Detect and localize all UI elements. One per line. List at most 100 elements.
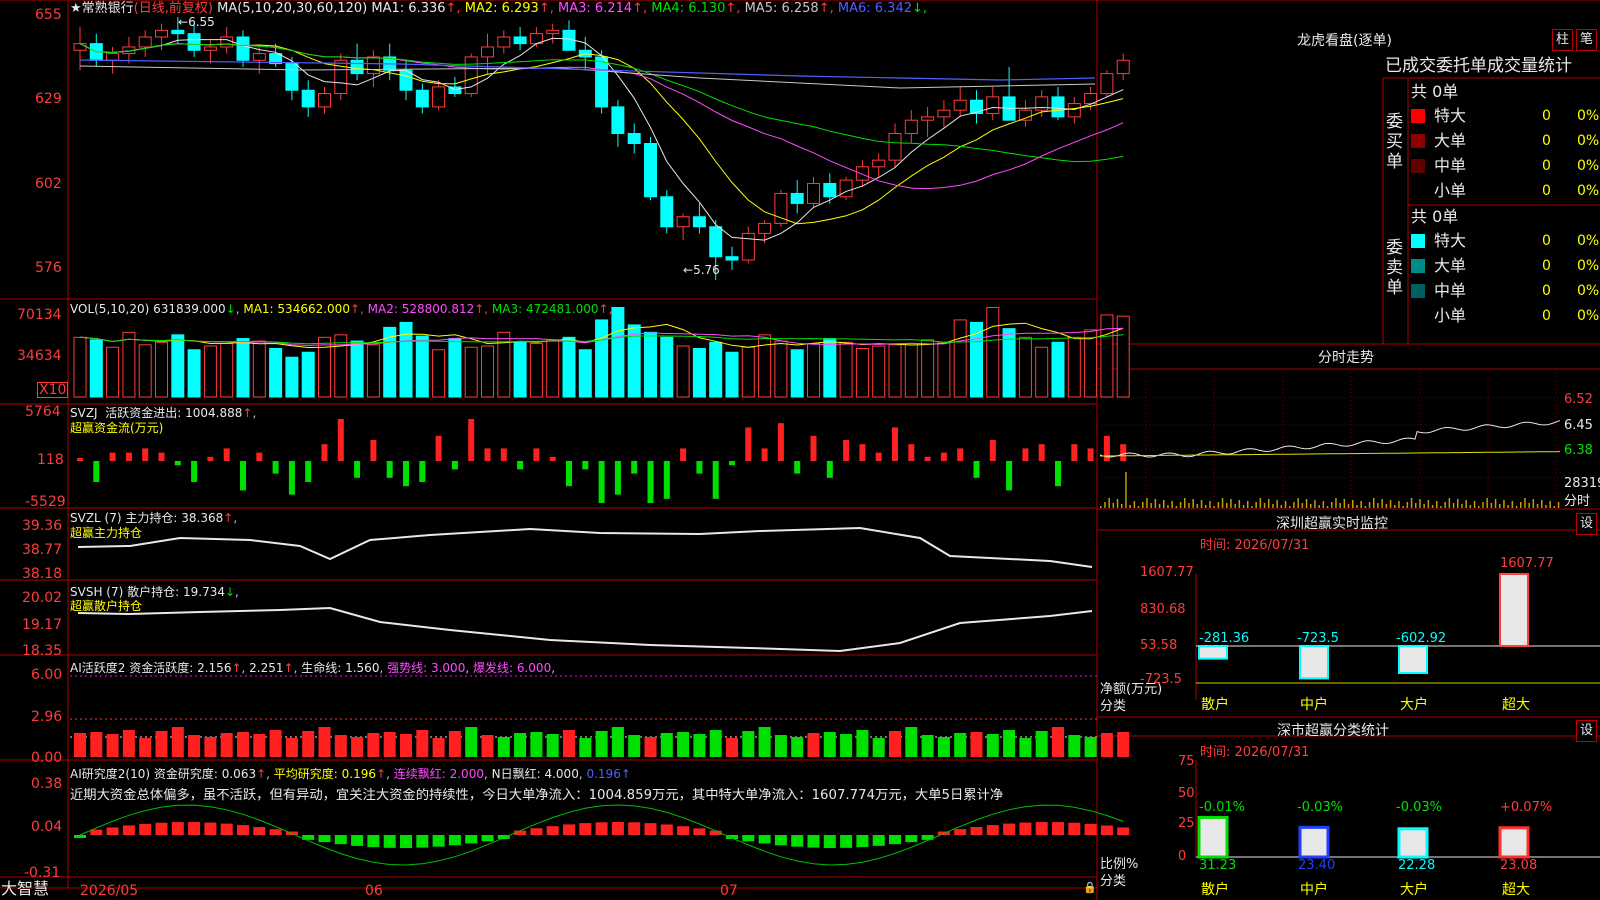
svsh-sub: 超赢散户持仓: [70, 599, 143, 613]
low-price-label: ←5.76: [683, 263, 720, 277]
column-view-button[interactable]: 柱: [1552, 29, 1573, 51]
intraday-volume-bar: [1436, 501, 1438, 508]
intraday-volume-bar: [1276, 500, 1278, 508]
classify-change-0: -0.01%: [1199, 800, 1245, 815]
volume-header: VOL(5,10,20) 631839.000↓, MA1: 534662.00…: [70, 302, 613, 316]
classify-time: 时间: 2026/07/31: [1200, 745, 1310, 760]
svzj-label: 活跃资金进出:: [105, 406, 182, 420]
right-panel-charts: [1099, 420, 1600, 859]
classify-change-1: -0.03%: [1297, 800, 1343, 815]
svsh-tick-1: 19.17: [22, 617, 63, 633]
stock-name: ★常熟银行: [70, 1, 134, 16]
classify-category-2: 大户: [1400, 882, 1428, 898]
intraday-volume-bar: [1515, 506, 1518, 508]
classify-bar[interactable]: [1298, 825, 1330, 859]
intraday-volume-bar: [1259, 498, 1262, 508]
intraday-volume-bar: [1368, 502, 1371, 508]
intraday-vol-label: 28319: [1564, 476, 1600, 491]
svzj-tick-2: -5529: [25, 494, 66, 510]
ma-arrow-4: ↑,: [725, 1, 745, 16]
monitor-bar[interactable]: [1198, 645, 1228, 660]
buy-row-pct-2: 0%: [1577, 158, 1600, 174]
vol-tick-0: 70134: [17, 307, 62, 323]
buy-row-qty-3: 0: [1542, 183, 1551, 199]
intraday-volume-bar: [1494, 499, 1497, 508]
buy-row-qty-0: 0: [1542, 108, 1551, 124]
app-logo[interactable]: 大智慧: [1, 880, 49, 898]
intraday-volume-bar: [1272, 504, 1274, 508]
life-line-label: 生命线:: [301, 661, 342, 675]
intraday-volume-bar: [1108, 498, 1110, 508]
ai-research-header: AI研究度2(10) 资金研究度: 0.063↑, 平均研究度: 0.196↑,…: [70, 767, 631, 781]
sell-row-pct-1: 0%: [1577, 258, 1600, 274]
svsh-title: SVSH (7): [70, 585, 124, 599]
monitor-value-0: -281.36: [1199, 631, 1250, 646]
ma-header: MA(5,10,20,30,60,120): [217, 1, 368, 16]
svzl-header: SVZL (7) 主力持仓: 38.368↑,: [70, 511, 238, 525]
intraday-volume-bar: [1347, 504, 1350, 508]
intraday-volume-bar: [1188, 503, 1190, 508]
panel-tab-title[interactable]: 已成交委托单成交量统计: [1385, 56, 1572, 76]
buy-row-name-1: 大单: [1434, 131, 1467, 150]
intraday-volume-bar: [1473, 501, 1476, 508]
intraday-volume-bar: [1545, 505, 1547, 508]
ai-active-tick-1: 2.96: [31, 709, 63, 725]
intraday-volume-bar: [1431, 505, 1434, 508]
intraday-volume-bar: [1242, 505, 1245, 508]
intraday-volume-bar: [1343, 499, 1346, 508]
monitor-category-2: 大户: [1400, 697, 1428, 713]
intraday-volume-bar: [1511, 501, 1514, 508]
ai-active-label: 资金活跃度:: [129, 661, 194, 675]
intraday-volume-bar: [1280, 505, 1283, 508]
vol-ma-arrow-2: ↑,: [474, 302, 492, 316]
monitor-category-1: 中户: [1300, 697, 1328, 713]
intraday-volume-bar: [1175, 506, 1178, 508]
ma-arrow-1: ↑,: [445, 1, 465, 16]
intraday-volume-bar: [1364, 506, 1367, 508]
intraday-volume-bar: [1104, 502, 1106, 508]
price-tick-0: 655: [35, 7, 62, 23]
intraday-volume-bar: [1230, 499, 1232, 508]
monitor-bar[interactable]: [1299, 645, 1329, 680]
classify-settings-button[interactable]: 设: [1576, 720, 1597, 742]
monitor-bar[interactable]: [1398, 645, 1428, 675]
intraday-volume-bar: [1179, 502, 1182, 508]
buy-row-pct-3: 0%: [1577, 183, 1600, 199]
buy-row-pct-1: 0%: [1577, 133, 1600, 149]
svsh-tick-0: 20.02: [22, 590, 63, 606]
intraday-volume-bar: [1532, 499, 1535, 508]
intraday-volume-bar: [1402, 506, 1404, 508]
intraday-volume-bar: [1536, 504, 1539, 508]
intraday-volume-bar: [1352, 500, 1354, 508]
intraday-volume-bar: [1146, 498, 1148, 508]
intraday-volume-bar: [1255, 502, 1257, 508]
volume-title: VOL(5,10,20): [70, 302, 150, 316]
ai-research-label: 资金研究度:: [153, 767, 218, 781]
ma-value-5: 6.258: [781, 1, 819, 16]
classify-bar[interactable]: [1397, 827, 1429, 859]
sell-row-qty-1: 0: [1542, 258, 1551, 274]
intraday-volume-bar: [1486, 498, 1488, 508]
classify-bar[interactable]: [1197, 815, 1229, 859]
intraday-volume-bar: [1200, 500, 1203, 508]
intraday-volume-bar: [1129, 505, 1131, 508]
vol-ma-value-2: 528800.812: [401, 302, 475, 316]
intraday-volume-bar: [1247, 501, 1249, 508]
monitor-settings-button[interactable]: 设: [1576, 513, 1597, 535]
n-day-red-value: 4.000: [544, 767, 579, 781]
monitor-title: 深圳超赢实时监控: [1276, 516, 1388, 532]
intraday-volume-bar: [1419, 499, 1421, 508]
classify-bar[interactable]: [1498, 826, 1530, 859]
lock-icon[interactable]: 🔒: [1083, 880, 1097, 896]
ma-value-1: 6.336: [408, 1, 446, 16]
ma-arrow-5: ↑,: [818, 1, 838, 16]
monitor-value-1: -723.5: [1297, 631, 1339, 646]
date-label-0: 2026/05: [80, 883, 139, 899]
app-root: ★常熟银行(日线,前复权) MA(5,10,20,30,60,120) MA1:…: [0, 0, 1600, 900]
monitor-bar[interactable]: [1499, 573, 1529, 647]
intraday-volume-bar: [1499, 504, 1501, 508]
tick-view-button[interactable]: 笔: [1576, 29, 1597, 51]
classify-value-3: 23.08: [1500, 858, 1538, 873]
classify-tick-3: 0: [1178, 849, 1187, 864]
vol-ma-label-1: MA1:: [243, 302, 278, 316]
